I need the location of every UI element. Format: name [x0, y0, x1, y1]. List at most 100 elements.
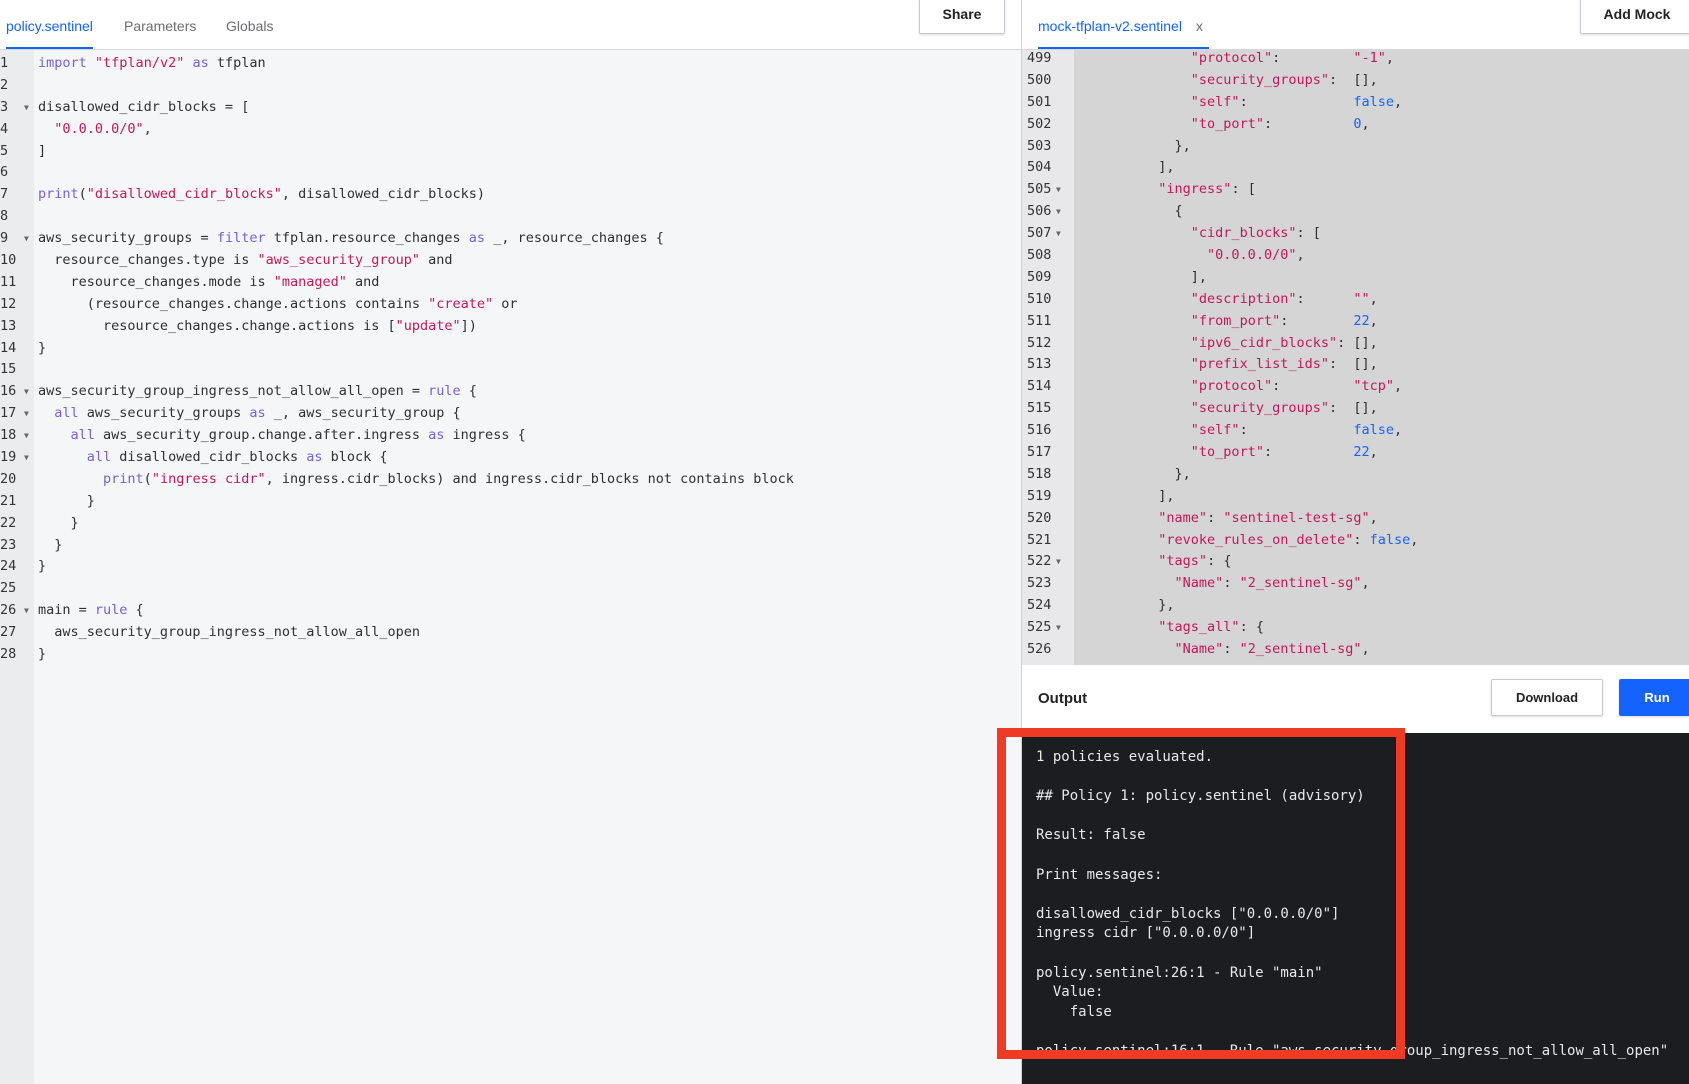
mock-code-line: 507 ▼ "cidr_blocks": [: [1022, 223, 1689, 245]
code-text: },: [1077, 597, 1175, 614]
line-number: 20: [0, 470, 17, 487]
close-icon[interactable]: x: [1196, 18, 1203, 34]
fold-arrow-icon[interactable]: ▼: [1056, 551, 1061, 573]
mock-code-line: 521 "revoke_rules_on_delete": false,: [1022, 530, 1689, 552]
tab-policy-sentinel[interactable]: policy.sentinel: [6, 0, 93, 49]
share-button[interactable]: Share: [919, 0, 1005, 34]
line-number: 521: [1027, 531, 1052, 548]
line-number: 524: [1027, 597, 1052, 614]
code-line: 7 print("disallowed_cidr_blocks", disallo…: [0, 184, 1021, 206]
code-text: resource_changes.mode is "managed" and: [38, 273, 380, 290]
line-number: 7: [0, 186, 9, 203]
mock-code-line: 509 ],: [1022, 267, 1689, 289]
mock-tab-label: mock-tfplan-v2.sentinel: [1038, 18, 1182, 34]
tab-parameters[interactable]: Parameters: [124, 0, 196, 49]
code-line: 22 }: [0, 513, 1021, 535]
fold-arrow-icon[interactable]: ▼: [24, 228, 29, 250]
line-number: 25: [0, 580, 17, 597]
tab-mock-tfplan[interactable]: mock-tfplan-v2.sentinel x: [1038, 0, 1209, 49]
mock-code-line: 520 "name": "sentinel-test-sg",: [1022, 508, 1689, 530]
code-text: "Name": "2_sentinel-sg",: [1174, 641, 1370, 658]
line-number: 13: [0, 317, 17, 334]
code-line: 1 import "tfplan/v2" as tfplan: [0, 53, 1021, 75]
mock-code-line: 526 "Name": "2_sentinel-sg",: [1022, 639, 1689, 661]
fold-arrow-icon[interactable]: ▼: [1056, 617, 1061, 639]
line-number: 516: [1027, 422, 1052, 439]
output-line: policy.sentinel:16:1 - Rule "aws_securit…: [1036, 1043, 1669, 1059]
code-text: "protocol": "-1",: [1190, 50, 1395, 66]
code-text: disallowed_cidr_blocks = [: [38, 98, 250, 115]
code-text: aws_security_group_ingress_not_allow_all…: [38, 624, 421, 641]
line-number: 505: [1027, 181, 1052, 198]
line-number: 2: [0, 76, 9, 93]
output-line: ingress cidr ["0.0.0.0/0"]: [1036, 925, 1256, 942]
code-text: "security_groups": [],: [1190, 400, 1378, 417]
mock-code-line: 522 ▼ "tags": {: [1022, 551, 1689, 573]
mock-code-editor[interactable]: 499 "protocol": "-1", 500 "security_group…: [1022, 50, 1689, 665]
code-line: 16 ▼ aws_security_group_ingress_not_allow_…: [0, 381, 1021, 403]
code-line: 11 resource_changes.mode is "managed" an…: [0, 272, 1021, 294]
fold-arrow-icon[interactable]: ▼: [24, 447, 29, 469]
code-line: 18 ▼ all aws_security_group.change.after.…: [0, 425, 1021, 447]
fold-arrow-icon[interactable]: ▼: [1056, 201, 1061, 223]
fold-arrow-icon[interactable]: ▼: [24, 381, 29, 403]
mock-code-line: 506 ▼ {: [1022, 201, 1689, 223]
download-button[interactable]: Download: [1491, 679, 1603, 716]
policy-code-editor[interactable]: 1 import "tfplan/v2" as tfplan 2 3 ▼ disallow…: [0, 50, 1021, 1084]
code-line: 24}: [0, 556, 1021, 578]
code-text: all aws_security_groups as _, aws_securi…: [54, 405, 461, 422]
code-line: 25: [0, 578, 1021, 600]
code-text: }: [38, 514, 79, 531]
mock-code-line: 504 ],: [1022, 157, 1689, 179]
code-line: 17 ▼ all aws_security_groups as _, aws_se…: [0, 403, 1021, 425]
code-text: "tags_all": {: [1158, 619, 1264, 636]
output-title: Output: [1038, 690, 1088, 707]
code-line: 21 }: [0, 491, 1021, 513]
code-text: }: [38, 339, 47, 356]
mock-code-line: 510 "description": "",: [1022, 289, 1689, 311]
line-number: 502: [1027, 115, 1052, 132]
add-mock-button[interactable]: Add Mock: [1580, 0, 1689, 34]
code-line: 26 ▼ main = rule {: [0, 600, 1021, 622]
code-text: (resource_changes.change.actions contain…: [38, 295, 518, 312]
tab-globals[interactable]: Globals: [226, 0, 273, 49]
mock-code-line: 503 },: [1022, 136, 1689, 158]
fold-arrow-icon[interactable]: ▼: [1056, 223, 1061, 245]
code-text: },: [1077, 137, 1191, 154]
code-text: "from_port": 22,: [1190, 312, 1378, 329]
line-number: 503: [1027, 137, 1052, 154]
code-text: }: [38, 558, 47, 575]
mock-code-line: 517 "to_port": 22,: [1022, 442, 1689, 464]
mock-code-line: 519 ],: [1022, 486, 1689, 508]
fold-arrow-icon[interactable]: ▼: [24, 425, 29, 447]
line-number: 508: [1027, 247, 1052, 264]
line-number: 513: [1027, 356, 1052, 373]
code-line: 9 ▼ aws_security_groups = filter tfplan.re…: [0, 228, 1021, 250]
line-number: 499: [1027, 50, 1052, 66]
code-text: ],: [1077, 487, 1175, 504]
code-text: "description": "",: [1190, 290, 1378, 307]
line-number: 21: [0, 492, 17, 509]
code-line: 3 ▼ disallowed_cidr_blocks = [: [0, 97, 1021, 119]
line-number: 504: [1027, 159, 1052, 176]
output-header: Output Download Run: [1022, 665, 1689, 733]
line-number: 22: [0, 514, 17, 531]
mock-code-line: 512 "ipv6_cidr_blocks": [],: [1022, 333, 1689, 355]
output-line: Value:: [1036, 984, 1104, 1001]
code-line: 8: [0, 206, 1021, 228]
code-line: 19 ▼ all disallowed_cidr_blocks as block …: [0, 447, 1021, 469]
code-text: }: [38, 492, 95, 509]
mock-code-line: 499 "protocol": "-1",: [1022, 50, 1689, 70]
line-number: 23: [0, 536, 17, 553]
run-button[interactable]: Run: [1619, 679, 1689, 716]
code-text: ],: [1077, 268, 1208, 285]
fold-arrow-icon[interactable]: ▼: [24, 97, 29, 119]
code-text: "0.0.0.0/0",: [54, 120, 152, 137]
fold-arrow-icon[interactable]: ▼: [24, 600, 29, 622]
code-text: all disallowed_cidr_blocks as block {: [86, 449, 388, 466]
code-text: "tags": {: [1158, 553, 1232, 570]
code-line: 14}: [0, 338, 1021, 360]
fold-arrow-icon[interactable]: ▼: [1056, 179, 1061, 201]
fold-arrow-icon[interactable]: ▼: [24, 403, 29, 425]
output-line: 1 policies evaluated.: [1036, 749, 1214, 765]
